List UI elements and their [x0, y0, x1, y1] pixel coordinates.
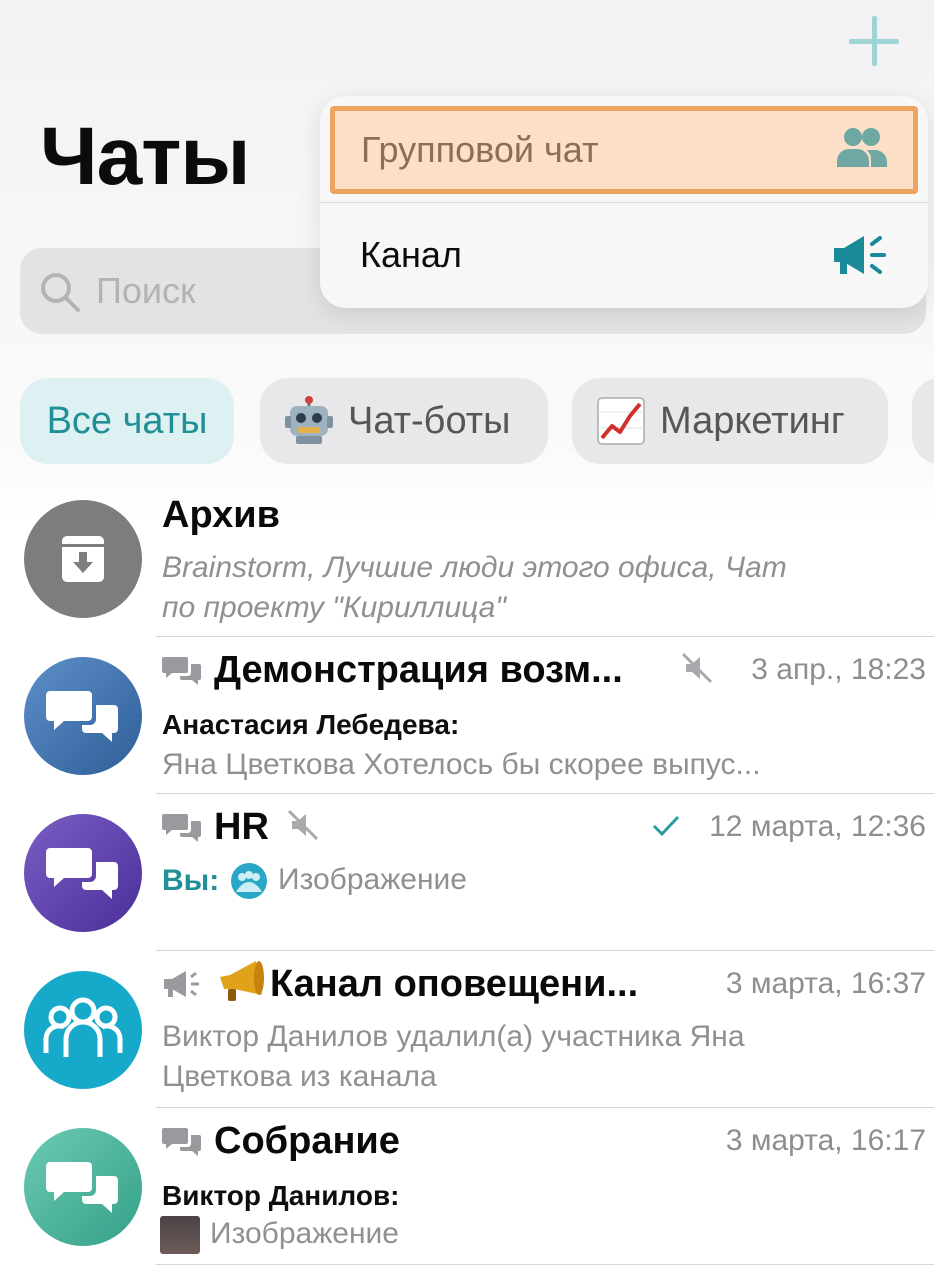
filter-label: Маркетинг	[660, 399, 845, 442]
chat-sender: Виктор Данилов:	[162, 1180, 400, 1211]
chat-preview-line2: Цветкова из канала	[162, 1060, 437, 1093]
chat-avatar	[24, 657, 142, 775]
chats-screen: Чаты Поиск Все чаты Чат-боты Маркетинг А…	[0, 0, 934, 1270]
plus-icon[interactable]	[846, 14, 902, 70]
people-group-icon	[43, 997, 123, 1057]
chat-time: 3 марта, 16:17	[725, 1124, 926, 1157]
filter-chips: Все чаты Чат-боты Маркетинг	[20, 378, 934, 464]
menu-item-label: Групповой чат	[361, 129, 599, 170]
chat-time: 3 апр., 18:23	[751, 653, 926, 686]
chat-name: Демонстрация возм...	[214, 649, 623, 691]
chat-preview: Яна Цветкова Хотелось бы скорее выпус...	[162, 748, 761, 781]
filter-more[interactable]	[912, 378, 934, 464]
group-chat-icon	[46, 691, 118, 742]
chat-row-archive[interactable]: Архив Brainstorm, Лучшие люди этого офис…	[0, 480, 934, 637]
filter-all-chats[interactable]: Все чаты	[20, 378, 234, 464]
robot-emoji-icon	[285, 396, 333, 444]
chat-name: Канал оповещени...	[270, 963, 639, 1005]
chat-preview-line2: по проекту "Кириллица"	[162, 591, 506, 624]
group-chat-type-icon	[162, 1128, 201, 1156]
chat-sender: Вы:	[162, 864, 220, 897]
menu-divider	[320, 202, 928, 203]
chat-preview: Виктор Данилов удалил(а) участника Яна	[162, 1020, 745, 1053]
chat-name: Собрание	[214, 1120, 400, 1162]
channel-type-icon	[164, 971, 199, 997]
image-thumbnail	[160, 1216, 200, 1254]
archive-avatar	[24, 500, 142, 618]
chat-avatar	[24, 1128, 142, 1246]
group-chat-icon	[46, 848, 118, 899]
group-chat-type-icon	[162, 657, 201, 685]
search-icon	[41, 273, 80, 312]
page-title: Чаты	[40, 111, 250, 202]
search-placeholder: Поиск	[96, 270, 196, 311]
image-thumbnail-icon	[231, 863, 267, 899]
chat-name: HR	[214, 806, 269, 848]
chat-name: Архив	[162, 494, 281, 536]
menu-item-group-chat[interactable]: Групповой чат	[330, 106, 918, 194]
group-chat-type-icon	[162, 814, 201, 842]
loudspeaker-emoji-icon	[220, 961, 264, 1001]
chat-row-channel[interactable]: Канал оповещени... 3 марта, 16:37 Виктор…	[0, 951, 934, 1108]
chat-avatar	[24, 814, 142, 932]
archive-icon	[62, 536, 104, 582]
group-users-icon	[837, 128, 887, 167]
filter-marketing[interactable]: Маркетинг	[572, 378, 888, 464]
megaphone-icon	[834, 236, 886, 274]
menu-item-channel[interactable]: Канал	[320, 204, 928, 308]
chat-sender: Анастасия Лебедева:	[162, 709, 460, 740]
chat-time: 3 марта, 16:37	[725, 967, 926, 1000]
chat-preview: Brainstorm, Лучшие люди этого офиса, Чат	[162, 551, 787, 584]
create-menu: Групповой чат Канал	[320, 96, 928, 308]
chat-row-demo[interactable]: Демонстрация возм... 3 апр., 18:23 Анаст…	[0, 637, 934, 794]
row-divider	[156, 1264, 934, 1265]
menu-item-label: Канал	[360, 234, 462, 275]
chat-preview: Изображение	[278, 863, 467, 896]
read-check-icon	[652, 815, 680, 837]
chat-time: 12 марта, 12:36	[709, 810, 926, 843]
chat-preview: Изображение	[210, 1217, 399, 1250]
filter-label: Чат-боты	[348, 399, 511, 442]
chat-row-meeting[interactable]: Собрание 3 марта, 16:17 Виктор Данилов: …	[0, 1108, 934, 1270]
chat-avatar	[24, 971, 142, 1089]
chat-row-hr[interactable]: HR 12 марта, 12:36 Вы: Изображение	[0, 794, 934, 951]
filter-chat-bots[interactable]: Чат-боты	[260, 378, 548, 464]
muted-icon	[287, 809, 319, 841]
group-chat-icon	[46, 1162, 118, 1213]
muted-icon	[681, 652, 713, 684]
chart-increasing-emoji-icon	[597, 397, 645, 445]
filter-label: Все чаты	[46, 399, 208, 442]
